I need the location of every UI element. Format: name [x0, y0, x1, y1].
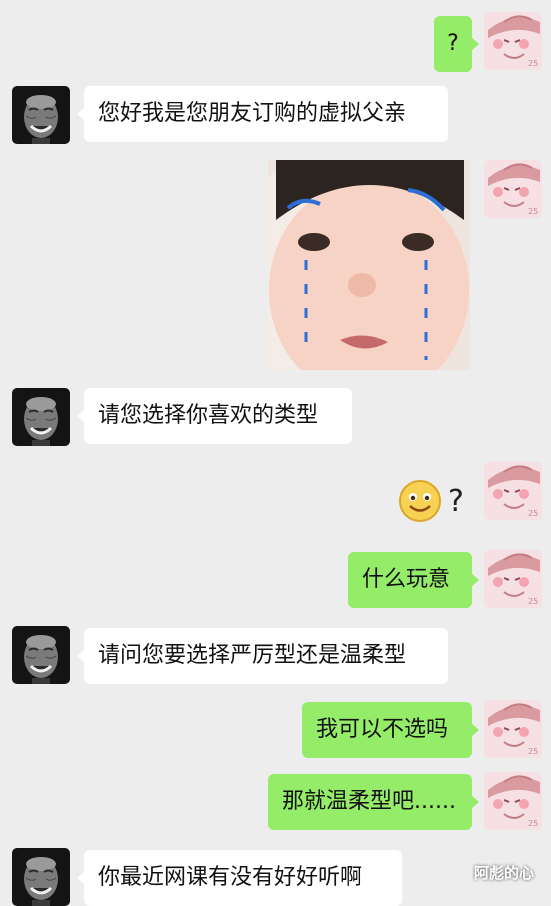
- message-bubble-right[interactable]: 我可以不选吗: [302, 702, 479, 758]
- message-bubble-left[interactable]: 你最近网课有没有好好听啊: [77, 850, 402, 906]
- my-avatar[interactable]: [484, 462, 542, 520]
- message-bubble-left[interactable]: 您好我是您朋友订购的虚拟父亲: [77, 86, 448, 142]
- emoji-message[interactable]: ?: [398, 478, 464, 524]
- my-avatar[interactable]: [484, 772, 542, 830]
- contact-avatar[interactable]: [12, 626, 70, 684]
- my-avatar[interactable]: [484, 700, 542, 758]
- message-bubble-right[interactable]: ?: [434, 16, 479, 72]
- my-avatar[interactable]: [484, 12, 542, 70]
- contact-avatar[interactable]: [12, 388, 70, 446]
- my-avatar[interactable]: [484, 160, 542, 218]
- contact-avatar[interactable]: [12, 86, 70, 144]
- contact-avatar[interactable]: [12, 848, 70, 906]
- watermark: 阿彪的心: [474, 864, 535, 882]
- crying-baby-sticker[interactable]: [268, 160, 470, 370]
- message-bubble-right[interactable]: 那就温柔型吧......: [268, 774, 479, 830]
- message-bubble-left[interactable]: 请您选择你喜欢的类型: [77, 388, 352, 444]
- my-avatar[interactable]: [484, 550, 542, 608]
- message-bubble-left[interactable]: 请问您要选择严厉型还是温柔型: [77, 628, 448, 684]
- question-mark-text: ?: [448, 483, 464, 519]
- message-bubble-right[interactable]: 什么玩意: [348, 552, 479, 608]
- smile-emoji-icon: [399, 480, 441, 522]
